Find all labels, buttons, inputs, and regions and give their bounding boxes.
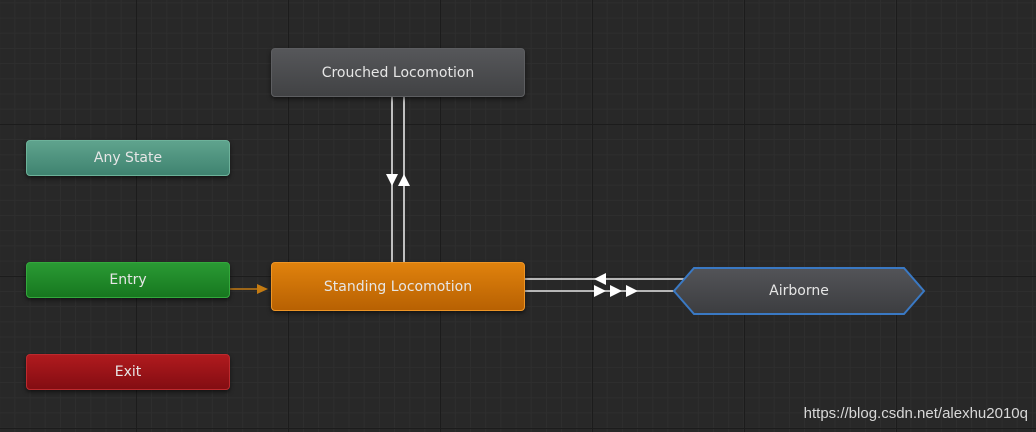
- state-exit[interactable]: Exit: [26, 354, 230, 390]
- arrowhead-standing-to-crouched: [398, 174, 410, 186]
- watermark-text: https://blog.csdn.net/alexhu2010q: [803, 405, 1028, 422]
- animator-graph[interactable]: Crouched Locomotion Any State Entry Stan…: [0, 0, 1036, 432]
- arrowhead-airborne-to-standing: [594, 273, 606, 285]
- state-entry[interactable]: Entry: [26, 262, 230, 298]
- state-airborne-label: Airborne: [769, 283, 829, 299]
- arrowhead-standing-to-airborne-2: [610, 285, 622, 297]
- state-airborne[interactable]: Airborne: [672, 266, 926, 316]
- arrowhead-standing-to-airborne-3: [626, 285, 638, 297]
- state-entry-label: Entry: [109, 272, 147, 288]
- state-crouched-locomotion-label: Crouched Locomotion: [321, 64, 475, 81]
- state-standing-locomotion[interactable]: Standing Locomotion: [271, 262, 525, 311]
- arrowhead-entry-to-standing: [257, 284, 268, 294]
- state-exit-label: Exit: [114, 364, 142, 380]
- arrowhead-standing-to-airborne-1: [594, 285, 606, 297]
- state-any-state-label: Any State: [93, 150, 163, 166]
- state-any-state[interactable]: Any State: [26, 140, 230, 176]
- state-standing-locomotion-label: Standing Locomotion: [323, 278, 473, 295]
- arrowhead-crouched-to-standing: [386, 174, 398, 186]
- state-crouched-locomotion[interactable]: Crouched Locomotion: [271, 48, 525, 97]
